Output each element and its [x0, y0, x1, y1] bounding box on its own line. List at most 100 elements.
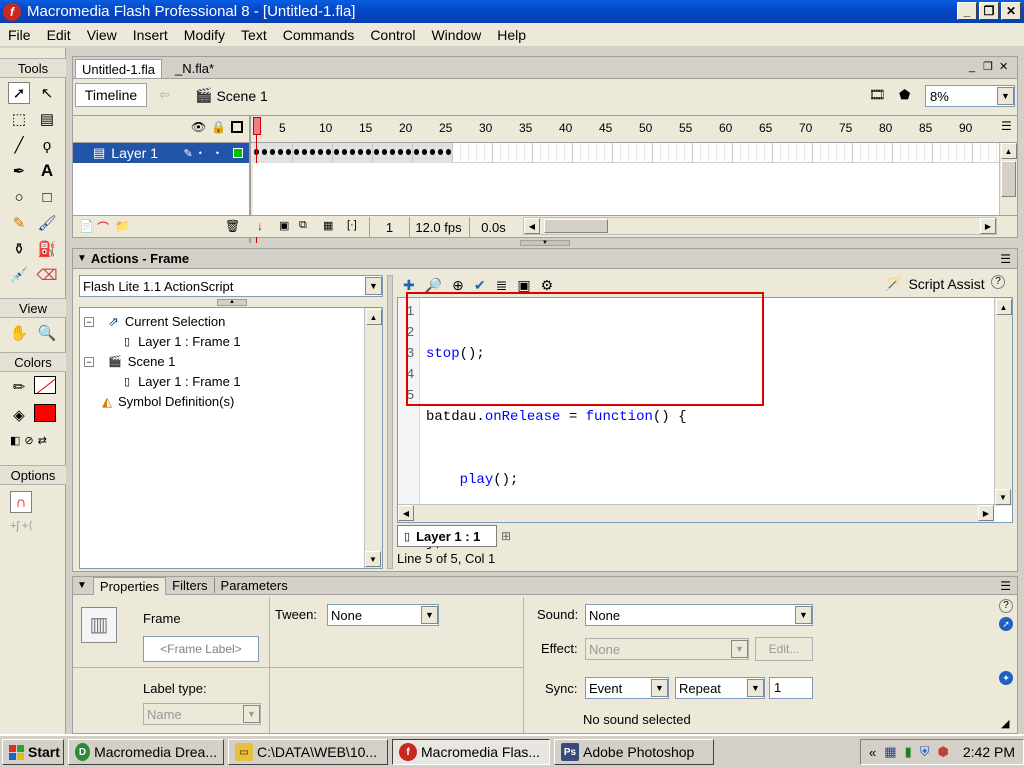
task-explorer-folder[interactable]: ▭ C:\DATA\WEB\10...: [228, 739, 388, 765]
rectangle-tool-icon[interactable]: □: [36, 186, 58, 208]
lock-icon[interactable]: 🔒: [211, 120, 226, 134]
frame-cell[interactable]: [733, 143, 741, 163]
frame-cell[interactable]: [277, 143, 285, 163]
pane-splitter[interactable]: [387, 275, 393, 569]
frame-cell[interactable]: [765, 143, 773, 163]
gradient-transform-tool-icon[interactable]: ▤: [36, 108, 58, 130]
script-tab[interactable]: ▯ Layer 1 : 1: [397, 525, 497, 547]
script-assist-toggle[interactable]: 🪄 Script Assist: [885, 275, 985, 292]
frame-cell[interactable]: [949, 143, 957, 163]
frame-cell[interactable]: [501, 143, 509, 163]
splitter-up-icon[interactable]: ▲: [217, 299, 247, 306]
timeline-button[interactable]: Timeline: [75, 83, 147, 107]
tab-untitled-1[interactable]: Untitled-1.fla: [75, 59, 162, 78]
zoom-select[interactable]: 8% ▼: [925, 85, 1015, 107]
zoom-tool-icon[interactable]: 🔍: [36, 322, 58, 344]
editor-hscroll[interactable]: ◀ ▶: [398, 504, 994, 522]
hand-tool-icon[interactable]: ✋: [8, 322, 30, 344]
chevron-down-icon[interactable]: ▼: [421, 606, 438, 624]
frame-cell[interactable]: [429, 143, 437, 163]
menu-view[interactable]: View: [79, 27, 125, 43]
panel-menu-icon[interactable]: ☰: [1000, 252, 1011, 266]
scroll-up-icon[interactable]: ▲: [365, 309, 382, 325]
lasso-tool-icon[interactable]: ϙ: [36, 134, 58, 156]
frame-rate[interactable]: 12.0 fps: [409, 217, 467, 237]
network-icon[interactable]: ▦: [884, 744, 896, 760]
help-icon[interactable]: ?: [991, 275, 1005, 289]
frame-cell[interactable]: [573, 143, 581, 163]
frame-cell[interactable]: [989, 143, 997, 163]
frame-cell[interactable]: [709, 143, 717, 163]
menu-window[interactable]: Window: [423, 27, 489, 43]
frame-cell[interactable]: [325, 143, 333, 163]
frame-cell[interactable]: [405, 143, 413, 163]
onion-outlines-icon[interactable]: ⧉: [299, 219, 307, 232]
center-frame-icon[interactable]: ↓: [257, 219, 263, 233]
scroll-left-icon[interactable]: ◀: [524, 218, 540, 234]
frame-cell[interactable]: [805, 143, 813, 163]
frame-cell[interactable]: [613, 143, 621, 163]
selection-tool-icon[interactable]: ➚: [8, 82, 30, 104]
doc-close-icon[interactable]: ✕: [999, 60, 1008, 73]
edit-scene-icon[interactable]: 🎞: [869, 87, 886, 103]
frame-cell[interactable]: [333, 143, 341, 163]
frame-cell[interactable]: [253, 143, 261, 163]
frame-cell[interactable]: [349, 143, 357, 163]
scroll-right-icon[interactable]: ▶: [978, 505, 994, 521]
frame-cell[interactable]: [837, 143, 845, 163]
collapse-arrow-icon[interactable]: ▼: [77, 253, 87, 264]
insert-folder-icon[interactable]: 📁: [115, 219, 130, 233]
menu-modify[interactable]: Modify: [176, 27, 233, 43]
insert-target-path-icon[interactable]: ⊕: [452, 277, 464, 294]
traffic-light-icon[interactable]: ▮: [905, 744, 912, 760]
frame-label-input[interactable]: <Frame Label>: [143, 636, 259, 662]
frame-cell[interactable]: [917, 143, 925, 163]
chevron-down-icon[interactable]: ▼: [651, 679, 668, 697]
menu-edit[interactable]: Edit: [39, 27, 79, 43]
frame-cell[interactable]: [541, 143, 549, 163]
frame-cell[interactable]: [373, 143, 381, 163]
frame-cell[interactable]: [981, 143, 989, 163]
task-photoshop[interactable]: Ps Adobe Photoshop: [554, 739, 714, 765]
chevron-down-icon[interactable]: ▼: [365, 277, 382, 295]
back-arrow-icon[interactable]: ⇦: [159, 87, 170, 103]
menu-file[interactable]: File: [0, 27, 39, 43]
frame-cell[interactable]: [757, 143, 765, 163]
tab-properties[interactable]: Properties: [92, 576, 167, 595]
frame-cell[interactable]: [781, 143, 789, 163]
eyedropper-tool-icon[interactable]: 💉: [8, 264, 30, 286]
frame-cell[interactable]: [661, 143, 669, 163]
edit-multiple-frames-icon[interactable]: ▦: [323, 219, 333, 232]
doc-restore-icon[interactable]: ❐: [983, 60, 993, 73]
frame-cell[interactable]: [909, 143, 917, 163]
frame-cell[interactable]: [509, 143, 517, 163]
frame-cell[interactable]: [789, 143, 797, 163]
eraser-tool-icon[interactable]: ⌫: [36, 264, 58, 286]
scene-breadcrumb[interactable]: 🎬 Scene 1: [195, 87, 268, 104]
code-hint-icon[interactable]: ▣: [517, 277, 530, 294]
frame-cell[interactable]: [461, 143, 469, 163]
editor-vscroll[interactable]: ▲ ▼: [994, 298, 1012, 506]
tree-layer-frame[interactable]: ▯ Layer 1 : Frame 1: [84, 372, 241, 392]
tab-parameters[interactable]: Parameters: [215, 578, 294, 593]
frame-cell[interactable]: [309, 143, 317, 163]
debug-options-icon[interactable]: ⚙: [541, 277, 554, 294]
frame-cell[interactable]: [293, 143, 301, 163]
frame-cell[interactable]: [669, 143, 677, 163]
line-tool-icon[interactable]: ╱: [8, 134, 30, 156]
frame-cell[interactable]: [453, 143, 461, 163]
task-flash[interactable]: f Macromedia Flas...: [392, 739, 550, 765]
antivirus-icon[interactable]: ⬢: [938, 744, 949, 760]
text-tool-icon[interactable]: A: [36, 160, 58, 182]
frame-cell[interactable]: [557, 143, 565, 163]
frame-cell[interactable]: [741, 143, 749, 163]
frame-cell[interactable]: [605, 143, 613, 163]
scroll-up-icon[interactable]: ▲: [995, 299, 1012, 315]
frame-cell[interactable]: [469, 143, 477, 163]
frame-cell[interactable]: [853, 143, 861, 163]
tray-expand-icon[interactable]: «: [869, 745, 876, 760]
frame-cell[interactable]: [269, 143, 277, 163]
onion-skin-icon[interactable]: ▣: [279, 219, 289, 232]
help-icon[interactable]: ?: [999, 599, 1013, 613]
frame-cell[interactable]: [861, 143, 869, 163]
